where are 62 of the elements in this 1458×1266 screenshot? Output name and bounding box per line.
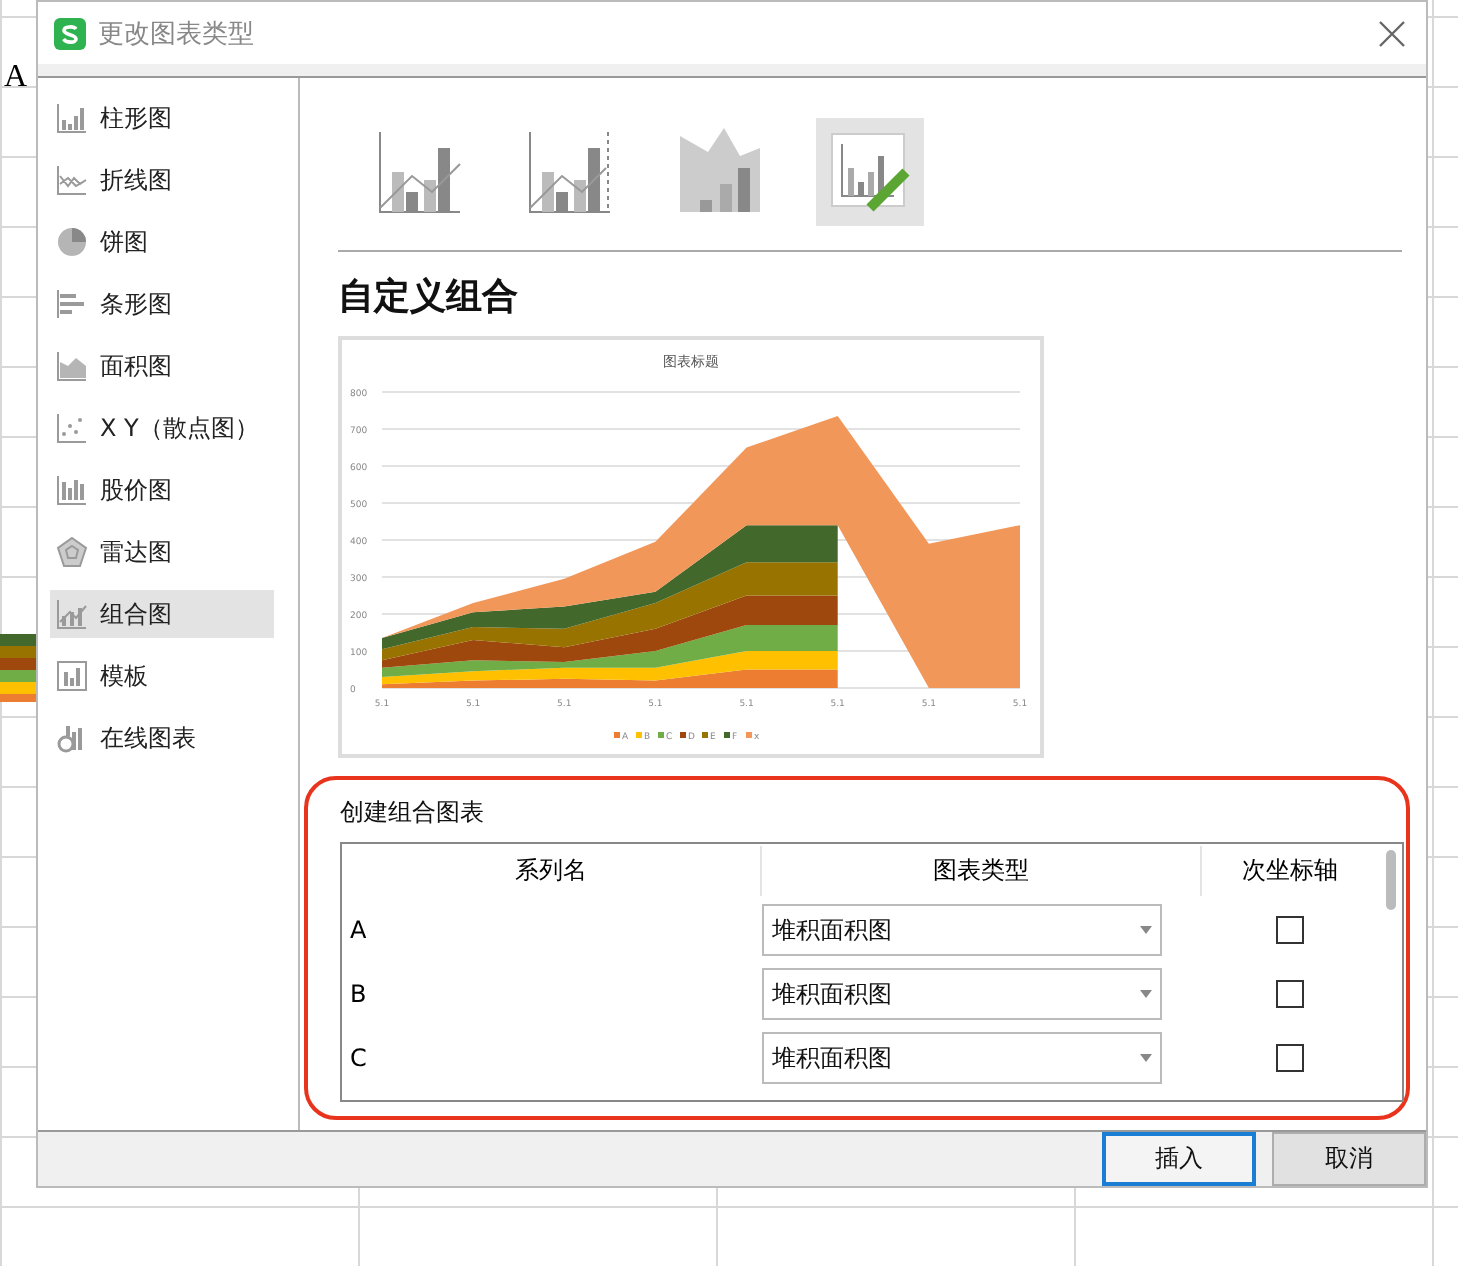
caret-icon [1140,926,1152,935]
line-chart-icon [56,164,88,197]
sidebar-item[interactable]: 组合图 [50,590,274,639]
column-header: 次坐标轴 [1240,854,1340,889]
sidebar-item[interactable]: 模板 [50,652,274,701]
window-title: 更改图表类型 [98,17,256,52]
sidebar-label: 饼图 [100,225,148,260]
caret-icon [1140,990,1152,999]
combo-chart-icon [56,598,88,631]
chart-subtype-option[interactable] [816,118,924,227]
sidebar-label: 面积图 [100,349,172,384]
chart-type-dropdown[interactable]: 堆积面积图 [762,1032,1162,1085]
sidebar-label: 模板 [100,659,148,694]
sidebar-label: 组合图 [100,597,172,632]
sidebar-item[interactable]: 雷达图 [50,528,274,577]
close-button[interactable] [1374,15,1410,52]
sidebar-label: 雷达图 [100,535,172,570]
radar-chart-icon [56,536,88,569]
custom-combo-chart-icon [826,128,914,217]
scatter-chart-icon [56,412,88,445]
sidebar-item[interactable]: 面积图 [50,342,274,391]
cancel-button[interactable]: 取消 [1272,1132,1426,1186]
area-column-chart-icon [676,128,764,217]
chart-type-dropdown[interactable]: 堆积面积图 [762,968,1162,1021]
pie-chart-icon [56,226,88,259]
column-chart-icon [56,102,88,135]
checkbox[interactable] [1276,1044,1304,1073]
sidebar-label: X Y（散点图） [100,411,259,446]
sidebar-item[interactable]: 柱形图 [50,94,274,143]
group-title: 创建组合图表 [340,796,486,831]
scrollbar-thumb[interactable] [1386,850,1396,911]
cell-text: A [4,60,28,96]
sidebar-item[interactable]: 股价图 [50,466,274,515]
series-name: B [348,980,369,1009]
series-name: A [348,916,369,945]
sidebar-item[interactable]: 在线图表 [50,714,274,763]
column-header: 系列名 [342,846,762,897]
template-chart-icon [56,660,88,693]
section-heading: 自定义组合 [338,274,520,321]
sidebar-label: 在线图表 [100,721,196,756]
column-line-chart-icon [376,128,464,217]
area-chart-icon [56,350,88,383]
sidebar-item[interactable]: X Y（散点图） [50,404,274,453]
sidebar-label: 股价图 [100,473,172,508]
bar-chart-icon [56,288,88,321]
sidebar-item[interactable]: 折线图 [50,156,274,205]
sidebar-item[interactable]: 饼图 [50,218,274,267]
online-chart-icon [56,722,88,755]
column-line-chart-icon [526,128,614,217]
checkbox[interactable] [1276,980,1304,1009]
chart-type-dropdown[interactable]: 堆积面积图 [762,904,1162,957]
sidebar-item[interactable]: 条形图 [50,280,274,329]
app-logo-icon [54,17,86,50]
caret-icon [1140,1054,1152,1063]
sidebar-label: 条形图 [100,287,172,322]
sidebar-label: 柱形图 [100,101,172,136]
series-name: C [348,1044,369,1073]
stock-chart-icon [56,474,88,507]
column-header: 图表类型 [762,846,1202,897]
checkbox[interactable] [1276,916,1304,945]
sidebar-label: 折线图 [100,163,172,198]
insert-button[interactable]: 插入 [1102,1132,1256,1186]
